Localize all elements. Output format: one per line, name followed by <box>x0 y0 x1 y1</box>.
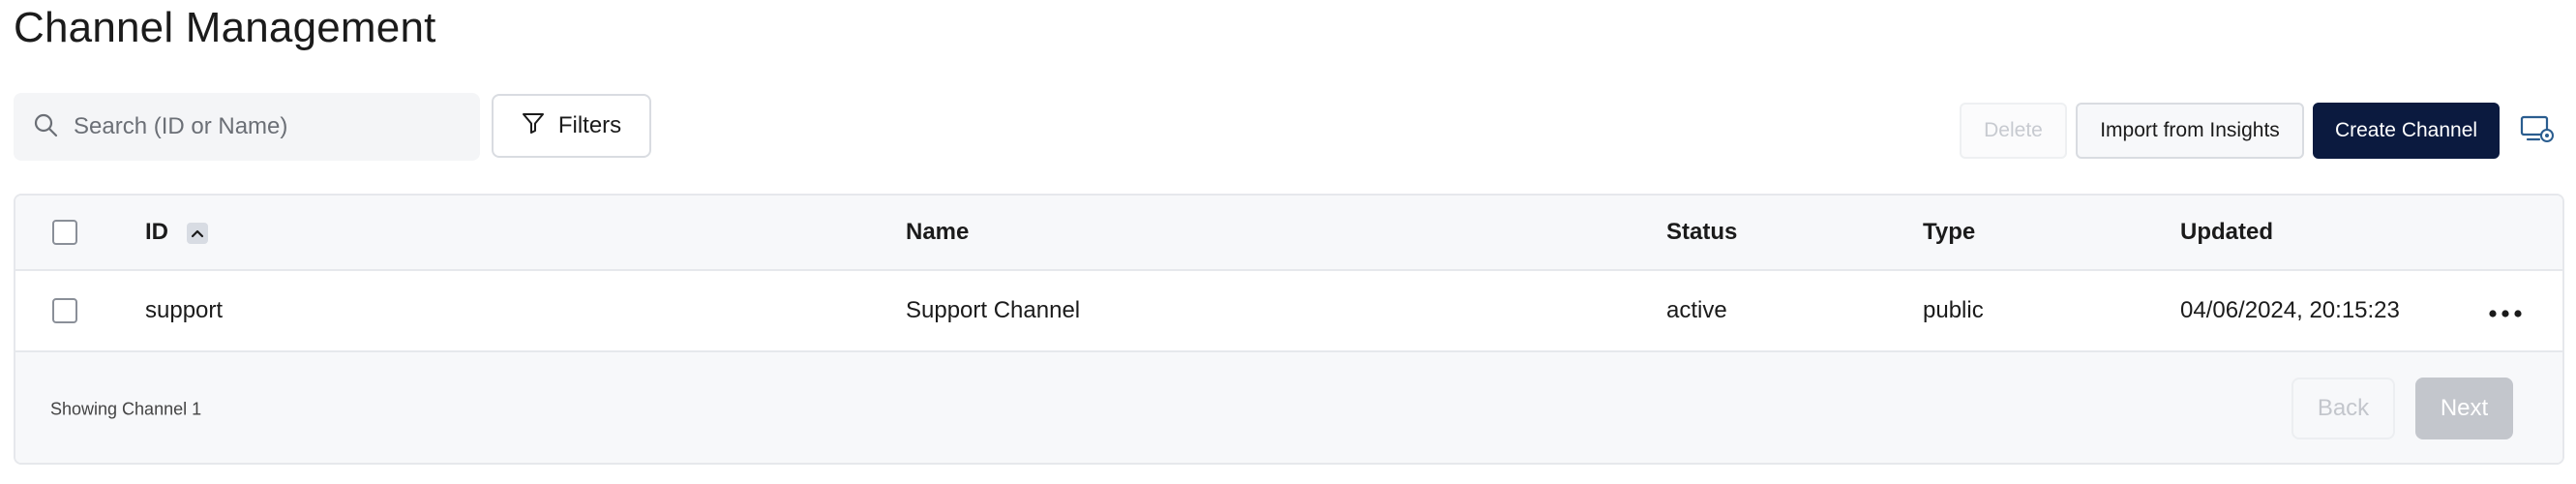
next-button[interactable]: Next <box>2415 378 2513 439</box>
column-header-type[interactable]: Type <box>1923 219 1975 246</box>
cell-name: Support Channel <box>906 297 1081 323</box>
search-box[interactable] <box>14 93 480 161</box>
showing-count: Showing Channel 1 <box>50 399 202 419</box>
cell-id[interactable]: support <box>145 297 223 324</box>
select-all-checkbox[interactable] <box>52 220 77 245</box>
search-input[interactable] <box>72 112 463 141</box>
column-header-status[interactable]: Status <box>1666 219 1737 246</box>
delete-button[interactable]: Delete <box>1960 103 2067 159</box>
import-from-insights-button[interactable]: Import from Insights <box>2076 103 2304 159</box>
search-icon <box>33 112 58 142</box>
row-checkbox[interactable] <box>52 298 77 323</box>
filters-label: Filters <box>557 112 622 138</box>
chevron-up-icon[interactable] <box>186 222 208 244</box>
more-horizontal-icon[interactable] <box>2488 306 2523 318</box>
cell-status: active <box>1666 297 1727 323</box>
column-header-name[interactable]: Name <box>906 219 969 246</box>
table-row[interactable]: support Support Channel active public 04… <box>15 271 2562 352</box>
filters-button[interactable]: Filters <box>492 94 651 158</box>
cell-type: public <box>1923 297 1984 323</box>
table-header: ID Name Status Type Updated <box>15 196 2562 271</box>
page-title: Channel Management <box>14 4 436 51</box>
column-header-id[interactable]: ID <box>145 219 208 246</box>
filter-icon <box>522 111 545 141</box>
cell-updated: 04/06/2024, 20:15:23 <box>2180 297 2400 323</box>
back-button[interactable]: Back <box>2291 378 2395 439</box>
table-footer: Showing Channel 1 <box>15 352 2562 463</box>
channel-table: ID Name Status Type Updated support Supp… <box>14 194 2564 465</box>
create-channel-button[interactable]: Create Channel <box>2313 103 2500 159</box>
column-header-updated[interactable]: Updated <box>2180 219 2273 246</box>
screen-settings-icon[interactable] <box>2520 114 2555 145</box>
